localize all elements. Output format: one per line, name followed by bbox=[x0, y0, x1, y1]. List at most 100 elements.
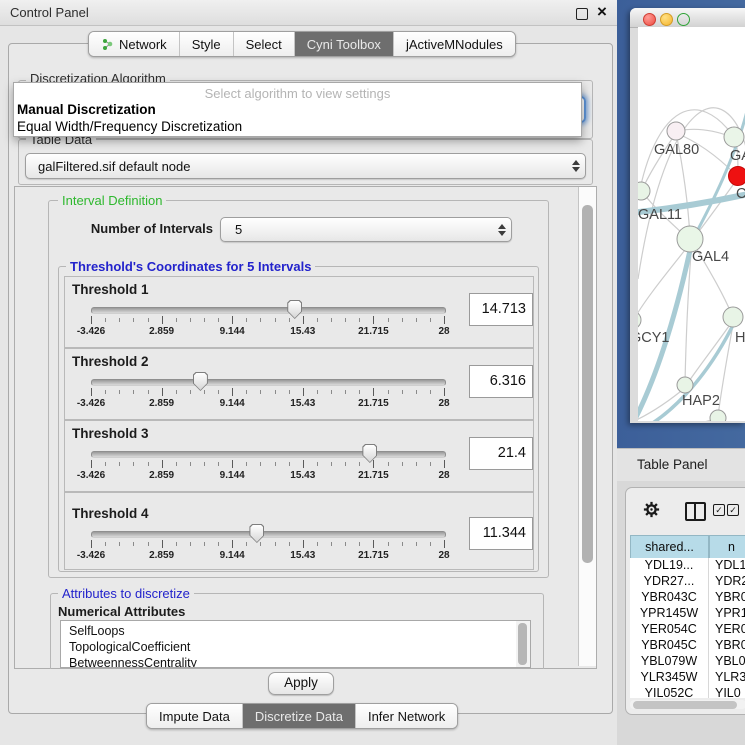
tick-mark bbox=[275, 462, 276, 466]
slider-thumb[interactable] bbox=[193, 372, 208, 391]
slider-thumb[interactable] bbox=[362, 444, 377, 463]
tick-mark bbox=[190, 542, 191, 546]
table-row[interactable]: YER054CYER0 bbox=[630, 622, 745, 638]
tick-label: 2.859 bbox=[149, 398, 174, 409]
tick-mark bbox=[430, 390, 431, 394]
table-row[interactable]: YBL079WYBL0 bbox=[630, 654, 745, 670]
network-canvas[interactable]: GAL80GACGAL11GAL4GCY1HHAP2 bbox=[638, 27, 745, 421]
threshold-panel-3: Threshold 3-3.4262.8599.14415.4321.71528… bbox=[64, 420, 534, 492]
scrollbar-thumb[interactable] bbox=[633, 701, 737, 709]
select-all-checkbox-icon[interactable]: ✓ bbox=[713, 504, 725, 516]
minimize-traffic-light-icon[interactable] bbox=[660, 13, 673, 26]
table-data-combobox[interactable]: galFiltered.sif default node bbox=[25, 153, 586, 179]
tick-mark bbox=[430, 318, 431, 322]
tick-mark bbox=[176, 462, 177, 466]
network-node[interactable] bbox=[667, 122, 685, 140]
slider-track[interactable] bbox=[91, 531, 446, 538]
node-table[interactable]: YDL19...YDL1YDR27...YDR2YBR043CYBR0YPR14… bbox=[630, 558, 745, 698]
show-columns-icon[interactable] bbox=[685, 502, 706, 521]
zoom-traffic-light-icon[interactable] bbox=[677, 13, 690, 26]
network-node[interactable] bbox=[638, 311, 641, 329]
tick-mark bbox=[416, 542, 417, 546]
tick-label: -3.426 bbox=[77, 326, 105, 337]
numerical-attributes-list[interactable]: SelfLoopsTopologicalCoefficientBetweenne… bbox=[60, 620, 518, 668]
unselect-all-checkbox-icon[interactable]: ✓ bbox=[727, 504, 739, 516]
attribute-list-item[interactable]: BetweennessCentrality bbox=[61, 655, 517, 668]
node-label: GCY1 bbox=[638, 330, 670, 346]
network-node[interactable] bbox=[729, 167, 745, 186]
network-window-titlebar[interactable] bbox=[630, 8, 745, 28]
threshold-value-field[interactable]: 6.316 bbox=[469, 365, 533, 398]
network-node[interactable] bbox=[723, 307, 743, 327]
tick-mark bbox=[105, 542, 106, 546]
threshold-value-field[interactable]: 21.4 bbox=[469, 437, 533, 470]
tick-label: 21.715 bbox=[358, 470, 389, 481]
slider-track[interactable] bbox=[91, 451, 446, 458]
horizontal-scrollbar[interactable] bbox=[630, 700, 745, 709]
tick-mark bbox=[430, 462, 431, 466]
network-node[interactable] bbox=[677, 377, 693, 393]
vertical-scrollbar[interactable] bbox=[578, 187, 596, 666]
scrollbar-thumb[interactable] bbox=[582, 205, 593, 563]
slider-thumb[interactable] bbox=[249, 524, 264, 543]
gear-icon[interactable] bbox=[642, 500, 661, 519]
slider-track[interactable] bbox=[91, 379, 446, 386]
tab-network[interactable]: Network bbox=[89, 32, 180, 56]
tick-label: 9.144 bbox=[220, 326, 245, 337]
tick-label: 21.715 bbox=[358, 550, 389, 561]
table-row[interactable]: YDR27...YDR2 bbox=[630, 574, 745, 590]
column-header-name[interactable]: n bbox=[709, 535, 745, 559]
table-row[interactable]: YBR043CYBR0 bbox=[630, 590, 745, 606]
attribute-list-item[interactable]: TopologicalCoefficient bbox=[61, 639, 517, 655]
threshold-value-field[interactable]: 11.344 bbox=[469, 517, 533, 550]
threshold-label: Threshold 1 bbox=[72, 282, 149, 297]
slider-track[interactable] bbox=[91, 307, 446, 314]
tick-label: -3.426 bbox=[77, 470, 105, 481]
num-intervals-combobox[interactable]: 5 bbox=[220, 217, 512, 242]
dropdown-option-manual[interactable]: Manual Discretization bbox=[17, 102, 577, 117]
network-node[interactable] bbox=[724, 127, 744, 147]
close-icon[interactable]: × bbox=[597, 2, 609, 14]
tick-mark bbox=[373, 316, 374, 324]
dropdown-option-equal-width[interactable]: Equal Width/Frequency Discretization bbox=[17, 119, 577, 134]
tick-mark bbox=[289, 390, 290, 394]
table-row[interactable]: YLR345WYLR3 bbox=[630, 670, 745, 686]
tab-jactivemnodules[interactable]: jActiveMNodules bbox=[394, 32, 515, 56]
tab-select[interactable]: Select bbox=[234, 32, 295, 56]
tick-label: 15.43 bbox=[290, 326, 315, 337]
tick-mark bbox=[444, 540, 445, 548]
tick-mark bbox=[232, 460, 233, 468]
attributes-title: Attributes to discretize bbox=[58, 586, 194, 601]
network-node[interactable] bbox=[638, 182, 650, 200]
tick-label: 28 bbox=[438, 470, 449, 481]
table-row[interactable]: YDL19...YDL1 bbox=[630, 558, 745, 574]
close-traffic-light-icon[interactable] bbox=[643, 13, 656, 26]
tick-mark bbox=[303, 540, 304, 548]
tick-mark bbox=[133, 318, 134, 322]
scrollbar-thumb[interactable] bbox=[518, 623, 527, 665]
apply-button[interactable]: Apply bbox=[268, 672, 334, 695]
tick-mark bbox=[416, 318, 417, 322]
tick-mark bbox=[260, 462, 261, 466]
table-row[interactable]: YPR145WYPR1 bbox=[630, 606, 745, 622]
tick-mark bbox=[91, 540, 92, 548]
column-header-shared-name[interactable]: shared... bbox=[630, 535, 709, 559]
tick-mark bbox=[232, 540, 233, 548]
tick-mark bbox=[275, 542, 276, 546]
table-row[interactable]: YIL052CYIL0 bbox=[630, 686, 745, 698]
attribute-list-item[interactable]: SelfLoops bbox=[61, 623, 517, 639]
tick-mark bbox=[133, 462, 134, 466]
tab-discretize-data[interactable]: Discretize Data bbox=[243, 704, 356, 728]
tab-style[interactable]: Style bbox=[180, 32, 234, 56]
tab-impute-data[interactable]: Impute Data bbox=[147, 704, 243, 728]
tick-mark bbox=[218, 390, 219, 394]
table-row[interactable]: YBR045CYBR0 bbox=[630, 638, 745, 654]
tick-mark bbox=[317, 542, 318, 546]
slider-thumb[interactable] bbox=[287, 300, 302, 319]
attributes-list-scrollbar[interactable] bbox=[516, 620, 531, 668]
tab-cyni-toolbox[interactable]: Cyni Toolbox bbox=[295, 32, 394, 56]
network-node[interactable] bbox=[710, 410, 726, 421]
tab-infer-network[interactable]: Infer Network bbox=[356, 704, 457, 728]
threshold-value-field[interactable]: 14.713 bbox=[469, 293, 533, 326]
float-window-icon[interactable] bbox=[576, 8, 588, 20]
